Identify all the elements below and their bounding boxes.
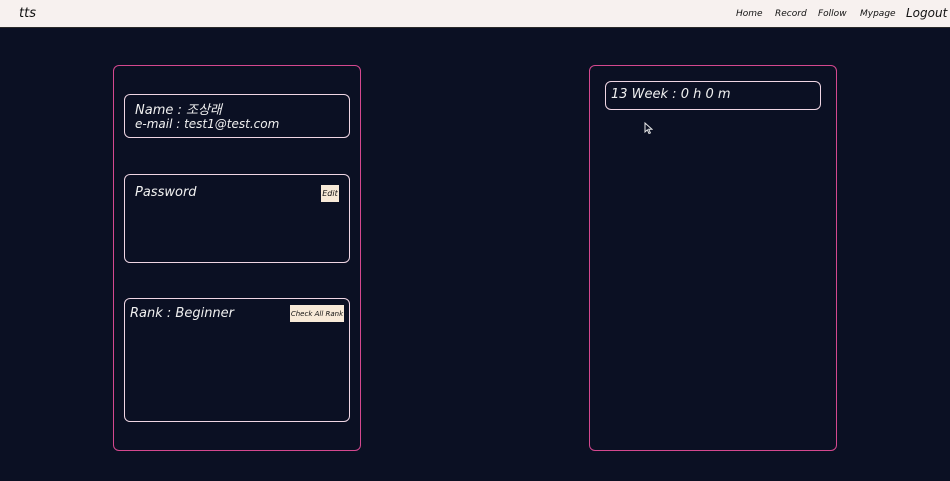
profile-email: e-mail : test1@test.com [135, 117, 280, 131]
check-all-rank-button[interactable]: Check All Rank [290, 305, 344, 322]
nav-mypage[interactable]: Mypage [860, 9, 896, 19]
nav-home[interactable]: Home [736, 9, 763, 19]
brand-logo[interactable]: tts [19, 6, 36, 21]
edit-password-button[interactable]: Edit [321, 185, 339, 202]
logout-link[interactable]: Logout [906, 6, 947, 20]
top-navbar: tts Home Record Follow Mypage Logout [0, 0, 950, 28]
weekly-summary: 13 Week : 0 h 0 m [611, 87, 731, 102]
mouse-cursor-icon [644, 122, 653, 135]
nav-record[interactable]: Record [775, 9, 807, 19]
rank-label: Rank : Beginner [130, 306, 235, 321]
weekly-record-panel [589, 65, 837, 451]
nav-follow[interactable]: Follow [818, 9, 847, 19]
profile-name: Name : 조상래 [135, 103, 222, 118]
password-label: Password [135, 185, 197, 200]
